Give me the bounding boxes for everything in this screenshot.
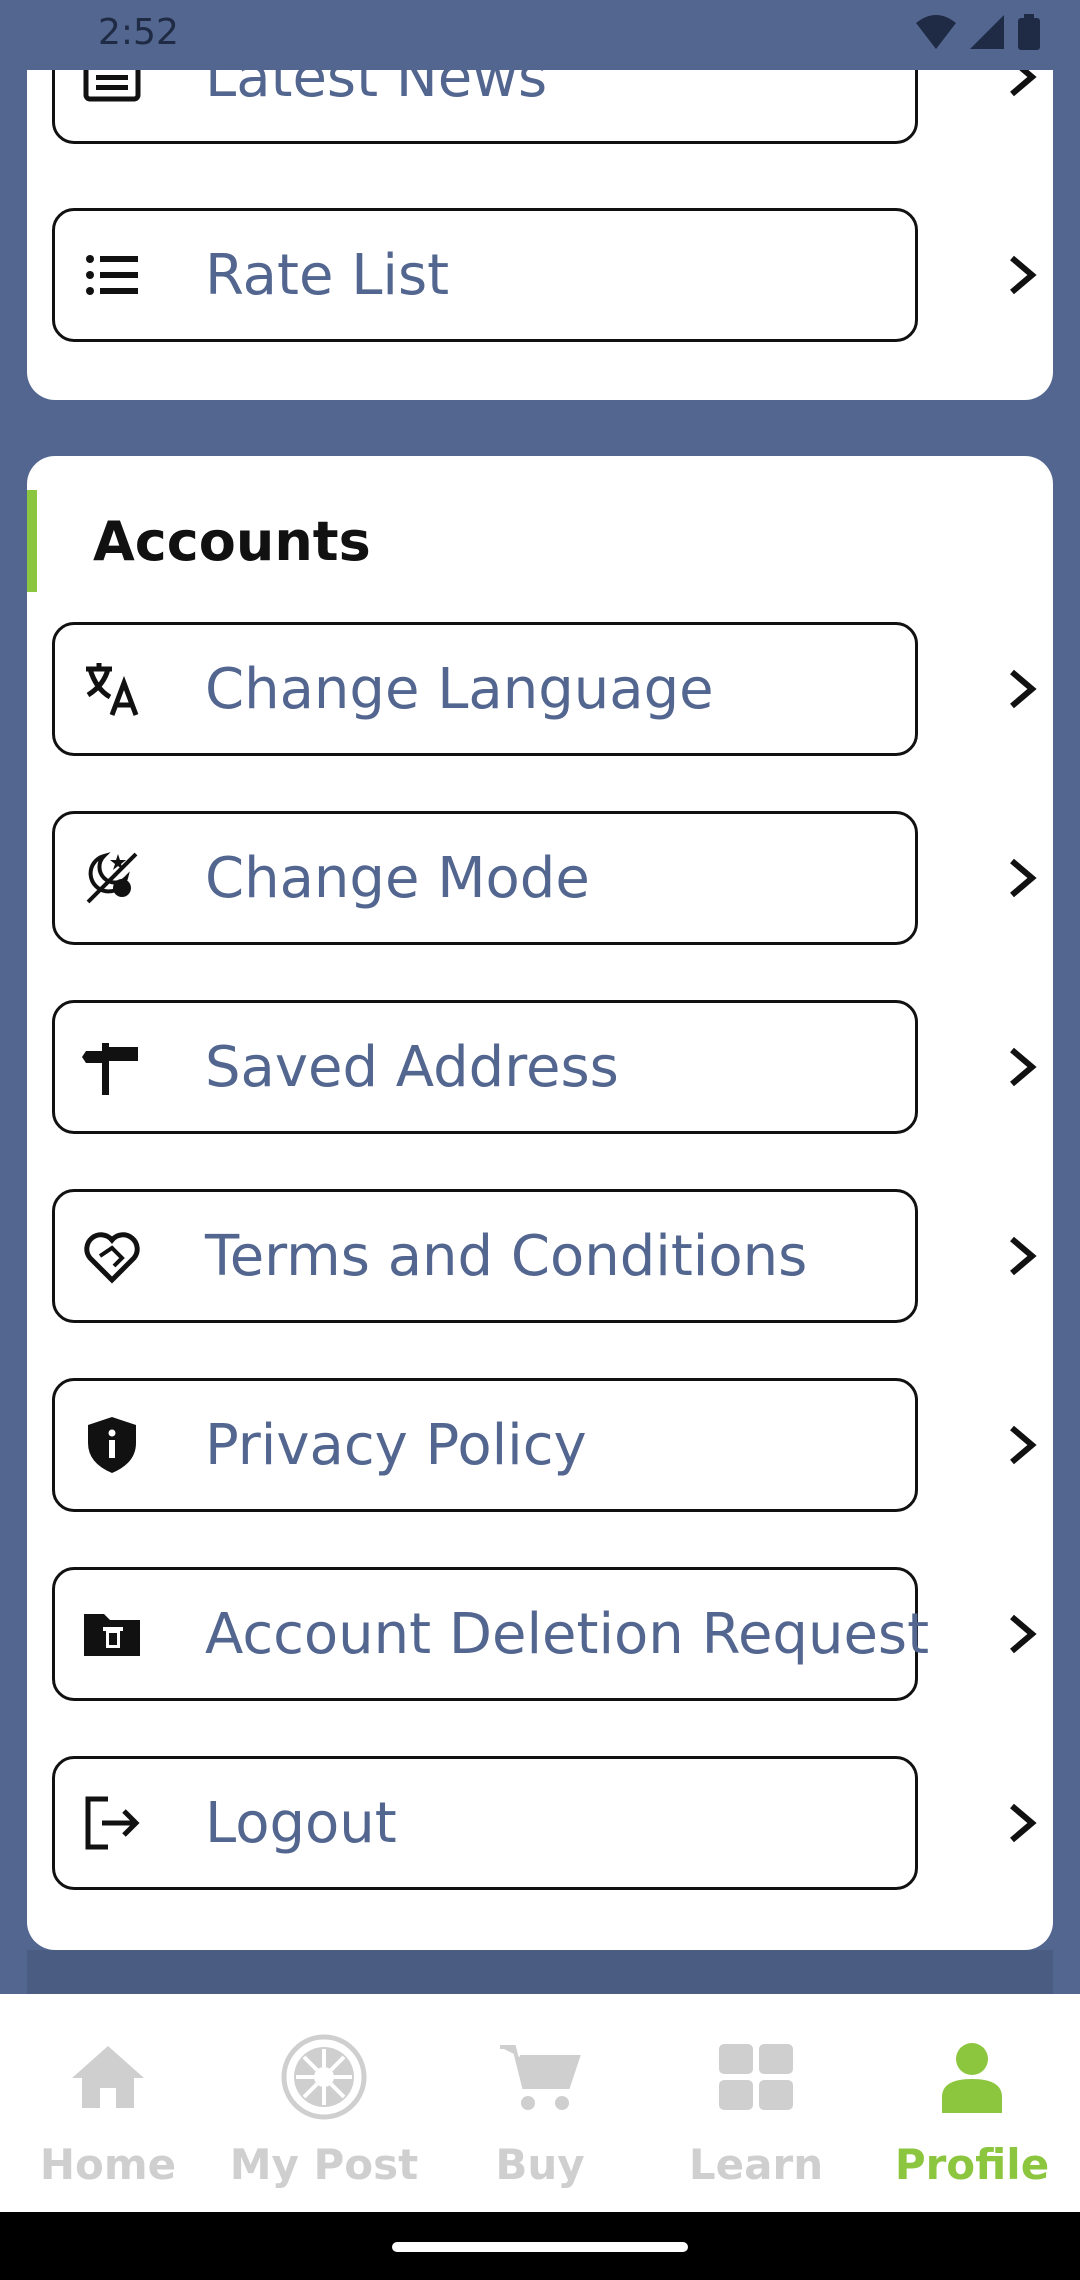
shield-info-icon xyxy=(82,1415,142,1475)
menu-item-label: Change Language xyxy=(205,656,714,722)
signal-icon xyxy=(970,15,1004,49)
battery-icon xyxy=(1018,14,1040,50)
heart-handshake-icon xyxy=(82,1226,142,1286)
menu-item-label: Latest News xyxy=(205,70,548,110)
nav-label: Learn xyxy=(688,2139,824,2189)
menu-item-change-language[interactable]: Change Language xyxy=(52,622,1053,756)
chevron-right-icon xyxy=(1010,255,1037,295)
home-icon xyxy=(63,2032,153,2122)
menu-item-account-deletion-request[interactable]: Account Deletion Request xyxy=(52,1567,1053,1701)
bottom-nav: Home My Post Buy Learn Profile xyxy=(0,1994,1080,2212)
menu-item-latest-news[interactable]: Latest News xyxy=(52,70,1053,144)
menu-item-label: Terms and Conditions xyxy=(205,1223,808,1289)
nav-item-learn[interactable]: Learn xyxy=(648,1994,864,2212)
person-icon xyxy=(927,2032,1017,2122)
menu-item-label: Privacy Policy xyxy=(205,1412,587,1478)
nav-label: My Post xyxy=(229,2139,419,2189)
menu-item-box[interactable] xyxy=(52,1756,918,1890)
translate-icon xyxy=(82,659,142,719)
chevron-right-icon xyxy=(1010,70,1037,97)
signpost-icon xyxy=(82,1037,142,1097)
menu-item-label: Saved Address xyxy=(205,1034,619,1100)
menu-item-label: Change Mode xyxy=(205,845,590,911)
menu-item-change-mode[interactable]: Change Mode xyxy=(52,811,1053,945)
newspaper-icon xyxy=(82,70,142,107)
nav-label: Profile xyxy=(894,2139,1050,2189)
nav-item-home[interactable]: Home xyxy=(0,1994,216,2212)
chevron-right-icon xyxy=(1010,858,1037,898)
nav-item-my-post[interactable]: My Post xyxy=(216,1994,432,2212)
menu-item-label: Rate List xyxy=(205,242,450,308)
section-heading-accounts: Accounts xyxy=(27,490,371,592)
status-bar: 2:52 xyxy=(0,0,1080,80)
card-shadow xyxy=(27,1950,1053,1994)
post-icon xyxy=(279,2032,369,2122)
menu-item-terms-and-conditions[interactable]: Terms and Conditions xyxy=(52,1189,1053,1323)
cart-icon xyxy=(495,2032,585,2122)
system-gesture-bar xyxy=(0,2212,1080,2280)
nav-item-buy[interactable]: Buy xyxy=(432,1994,648,2212)
menu-item-rate-list[interactable]: Rate List xyxy=(52,208,1053,342)
wifi-icon xyxy=(916,15,956,49)
nav-label: Home xyxy=(39,2139,177,2189)
menu-item-privacy-policy[interactable]: Privacy Policy xyxy=(52,1378,1053,1512)
chevron-right-icon xyxy=(1010,669,1037,709)
chevron-right-icon xyxy=(1010,1614,1037,1654)
nav-item-profile[interactable]: Profile xyxy=(864,1994,1080,2212)
profile-menu-card-top: Latest News Rate List xyxy=(27,70,1053,400)
list-icon xyxy=(82,245,142,305)
chevron-right-icon xyxy=(1010,1236,1037,1276)
accounts-card: Accounts Change Language Change Mode Sav… xyxy=(27,456,1053,1950)
day-night-icon xyxy=(82,848,142,908)
logout-icon xyxy=(82,1793,142,1853)
menu-item-label: Account Deletion Request xyxy=(205,1601,930,1667)
status-time: 2:52 xyxy=(98,12,179,53)
grid-icon xyxy=(711,2032,801,2122)
chevron-right-icon xyxy=(1010,1425,1037,1465)
home-gesture-handle[interactable] xyxy=(392,2242,688,2252)
status-icons xyxy=(916,14,1040,50)
menu-item-saved-address[interactable]: Saved Address xyxy=(52,1000,1053,1134)
chevron-right-icon xyxy=(1010,1047,1037,1087)
menu-item-logout[interactable]: Logout xyxy=(52,1756,1053,1890)
folder-delete-icon xyxy=(82,1604,142,1664)
menu-item-label: Logout xyxy=(205,1790,397,1856)
chevron-right-icon xyxy=(1010,1803,1037,1843)
nav-label: Buy xyxy=(495,2139,585,2189)
menu-item-box[interactable] xyxy=(52,208,918,342)
